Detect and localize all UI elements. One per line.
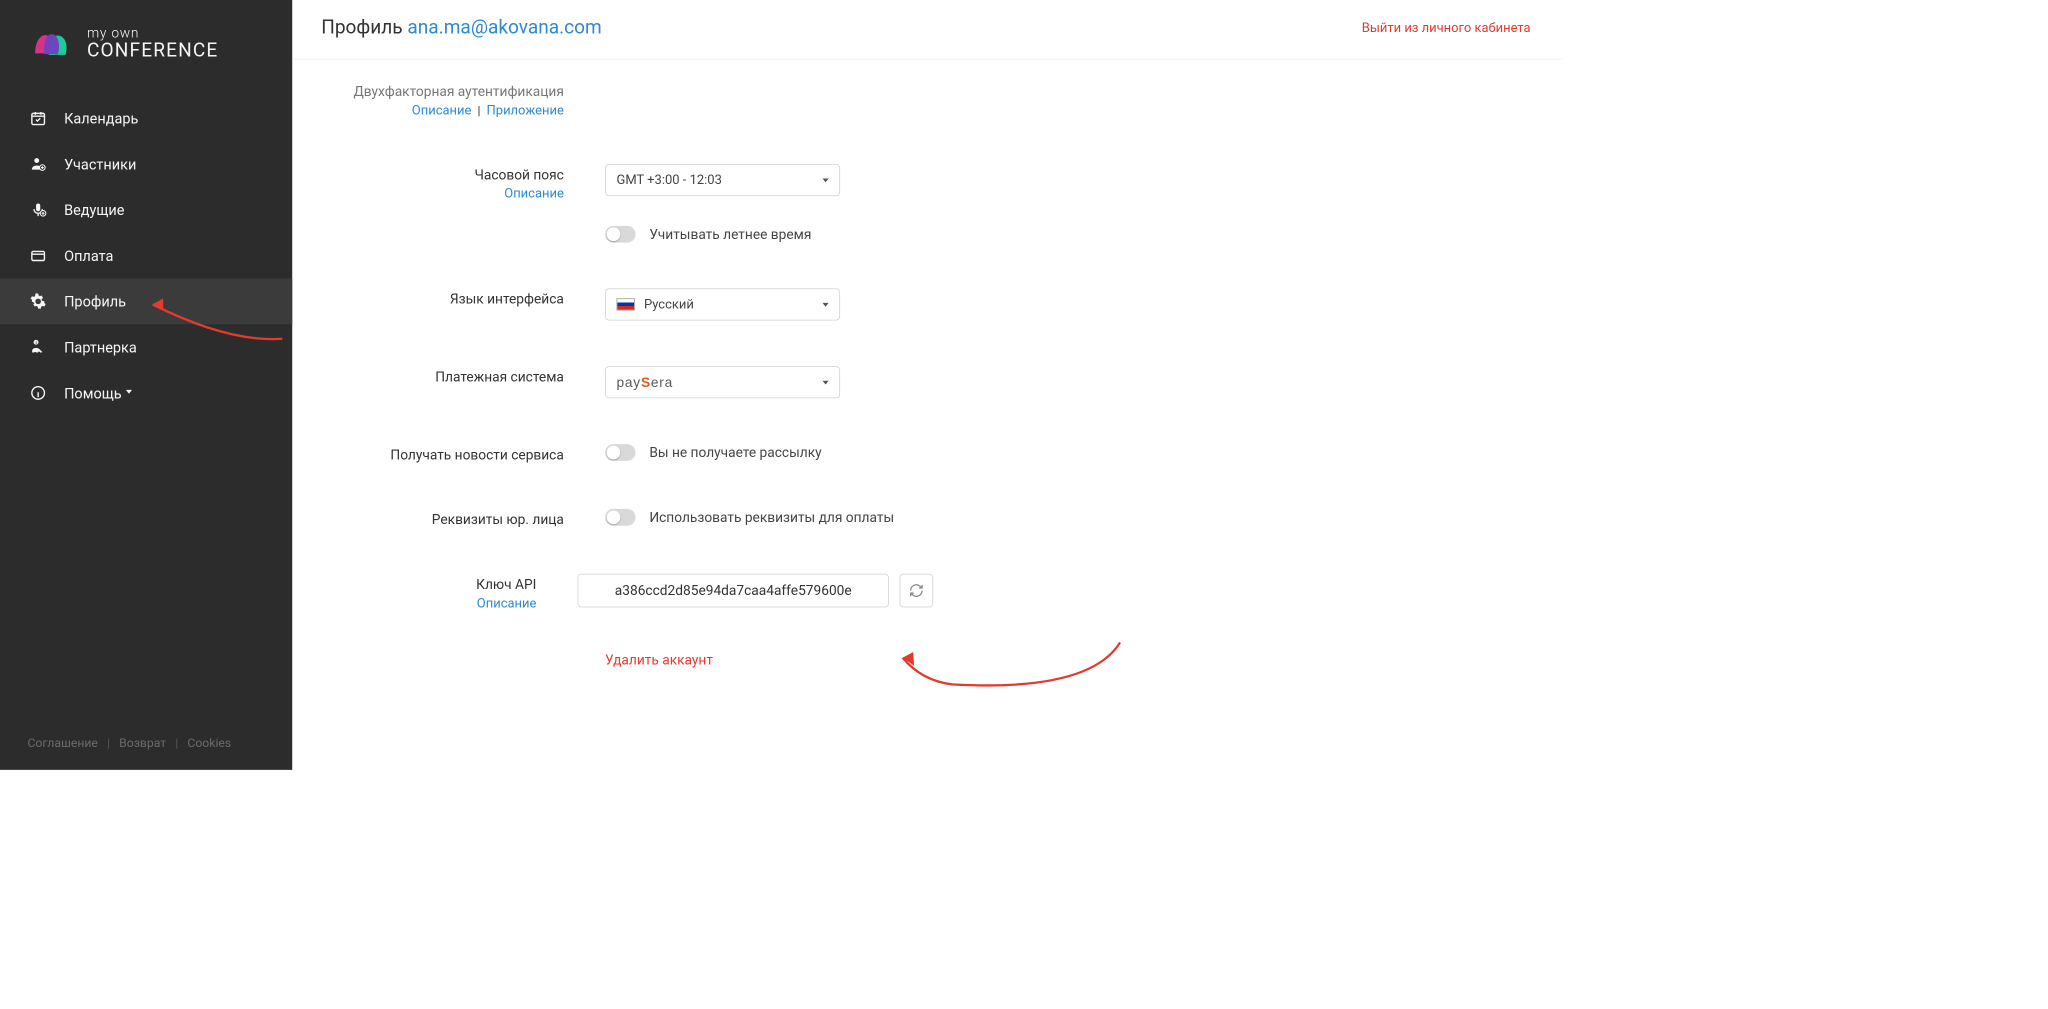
payment-system-value: paySera	[617, 374, 674, 390]
newsletter-label: Получать новости сервиса	[292, 447, 564, 463]
sidebar-item-label: Профиль	[64, 293, 126, 311]
gear-icon	[27, 291, 48, 312]
language-label: Язык интерфейса	[292, 291, 564, 307]
svg-text:$: $	[35, 340, 37, 345]
sidebar-item-label: Помощь	[64, 384, 122, 402]
sidebar-item-label: Участники	[64, 155, 136, 173]
payment-system-select[interactable]: paySera	[605, 366, 840, 398]
partner-icon: $	[27, 336, 48, 357]
logo[interactable]: my own CONFERENCE	[0, 0, 292, 95]
api-key-value: a386ccd2d85e94da7caa4affe579600e	[615, 583, 852, 599]
logout-link[interactable]: Выйти из личного кабинета	[1362, 20, 1531, 35]
api-refresh-button[interactable]	[900, 574, 934, 608]
payment-system-label: Платежная система	[292, 369, 564, 385]
nav: Календарь Участники Ведущие Оплата	[0, 95, 292, 720]
info-icon	[27, 382, 48, 403]
sidebar-item-partner[interactable]: $ Партнерка	[0, 324, 292, 370]
chevron-down-icon	[823, 303, 829, 307]
users-icon	[27, 153, 48, 174]
timezone-select[interactable]: GMT +3:00 - 12:03	[605, 164, 840, 196]
chevron-down-icon	[823, 380, 829, 384]
api-description-link[interactable]: Описание	[477, 596, 537, 611]
timezone-description-link[interactable]: Описание	[504, 186, 564, 201]
refresh-icon	[909, 583, 924, 598]
sidebar-item-presenters[interactable]: Ведущие	[0, 187, 292, 233]
api-key-label: Ключ API	[292, 577, 536, 593]
mic-icon	[27, 199, 48, 220]
logo-text-2: CONFERENCE	[87, 41, 218, 61]
company-toggle-label: Использовать реквизиты для оплаты	[649, 509, 894, 525]
sidebar: my own CONFERENCE Календарь Участники	[0, 0, 292, 770]
sidebar-item-label: Партнерка	[64, 338, 137, 356]
language-select[interactable]: Русский	[605, 288, 840, 320]
twofa-label: Двухфакторная аутентификация	[292, 84, 564, 100]
dst-toggle[interactable]	[605, 226, 636, 243]
timezone-label: Часовой пояс	[292, 167, 564, 183]
api-key-input[interactable]: a386ccd2d85e94da7caa4affe579600e	[578, 574, 889, 608]
footer-links: Соглашение | Возврат | Cookies	[0, 720, 292, 770]
footer-cookies[interactable]: Cookies	[187, 736, 231, 750]
chevron-down-icon	[823, 178, 829, 182]
sidebar-item-calendar[interactable]: Календарь	[0, 95, 292, 141]
logo-icon	[27, 23, 76, 65]
language-value: Русский	[644, 297, 694, 312]
page-title: Профиль ana.ma@akovana.com	[321, 17, 602, 39]
flag-ru-icon	[617, 298, 635, 310]
company-label: Реквизиты юр. лица	[292, 512, 564, 528]
sidebar-item-participants[interactable]: Участники	[0, 141, 292, 187]
topbar: Профиль ana.ma@akovana.com Выйти из личн…	[292, 0, 1562, 60]
footer-refund[interactable]: Возврат	[119, 736, 166, 750]
sidebar-item-profile[interactable]: Профиль	[0, 278, 292, 324]
timezone-value: GMT +3:00 - 12:03	[617, 172, 722, 187]
sidebar-item-help[interactable]: Помощь	[0, 370, 292, 416]
sidebar-item-label: Ведущие	[64, 201, 124, 219]
chevron-down-icon	[126, 390, 132, 394]
delete-account-link[interactable]: Удалить аккаунт	[605, 636, 713, 669]
dst-toggle-label: Учитывать летнее время	[649, 226, 811, 242]
sidebar-item-label: Оплата	[64, 247, 113, 265]
main: Профиль ana.ma@akovana.com Выйти из личн…	[292, 0, 1562, 770]
company-toggle[interactable]	[605, 509, 636, 526]
newsletter-toggle[interactable]	[605, 444, 636, 461]
sidebar-item-payment[interactable]: Оплата	[0, 233, 292, 279]
twofa-app-link[interactable]: Приложение	[487, 103, 564, 118]
profile-email[interactable]: ana.ma@akovana.com	[407, 17, 601, 39]
footer-agreement[interactable]: Соглашение	[27, 736, 97, 750]
calendar-icon	[27, 108, 48, 129]
card-icon	[27, 245, 48, 266]
twofa-description-link[interactable]: Описание	[412, 103, 472, 118]
sidebar-item-label: Календарь	[64, 109, 138, 127]
newsletter-toggle-label: Вы не получаете рассылку	[649, 444, 821, 460]
